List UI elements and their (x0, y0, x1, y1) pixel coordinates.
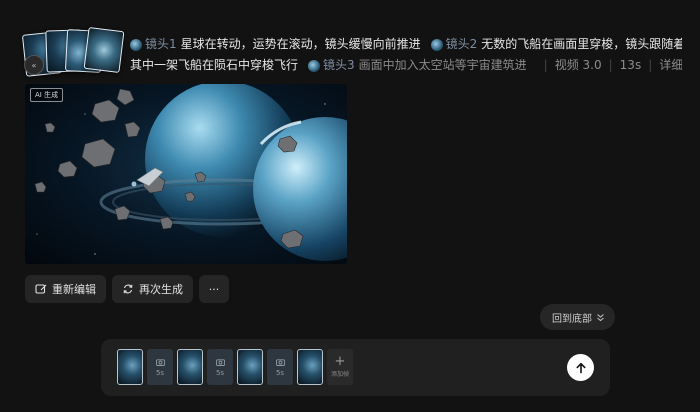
double-chevron-down-icon (596, 313, 605, 322)
add-keyframe-button[interactable]: + 添加帧 (327, 349, 353, 385)
transition-slot[interactable]: 5s (207, 349, 233, 385)
shot-tag-3: 镜头3 (308, 55, 355, 76)
stack-thumbnail (83, 26, 125, 74)
shot-thumbnail-icon (130, 38, 142, 51)
generation-meta: | 视频 3.0 | 13s | 详细信息 i (537, 55, 682, 76)
divider: | (608, 58, 613, 72)
generated-video-preview[interactable]: AI 生成 (25, 84, 347, 264)
shot-text-3: 画面中加入太空站等宇宙建筑进 (358, 58, 527, 72)
keyframe-thumbnail[interactable] (177, 349, 203, 385)
shot-tag-1: 镜头1 (130, 34, 177, 55)
more-options-button[interactable]: ··· (199, 275, 229, 303)
details-link[interactable]: 详细信息 (659, 55, 682, 76)
prompt-line-2: 其中一架飞船在陨石中穿梭飞行 镜头3 画面中加入太空站等宇宙建筑进 | 视频 3… (130, 55, 682, 76)
shot-tag-label: 镜头2 (445, 37, 478, 51)
transition-duration: 5s (215, 368, 225, 377)
model-label: 视频 3.0 (554, 58, 602, 72)
shot-tag-label: 镜头1 (145, 37, 177, 51)
regenerate-button[interactable]: 再次生成 (112, 275, 193, 303)
keyframe-thumbnail[interactable] (117, 349, 143, 385)
thumbnail-stack[interactable]: « (21, 26, 125, 77)
shot-tag-label: 镜头3 (323, 58, 355, 72)
send-button[interactable] (567, 354, 594, 381)
edit-icon (35, 283, 47, 295)
keyframe-thumbnail[interactable] (297, 349, 323, 385)
shot-text-2: 无数的飞船在画面里穿梭，镜头跟随着 (481, 37, 682, 51)
camera-icon (215, 358, 225, 366)
more-icon: ··· (208, 282, 220, 296)
shot-text-1: 星球在转动，运势在滚动，镜头缓慢向前推进 (180, 37, 421, 51)
collapse-icon[interactable]: « (24, 55, 44, 75)
ai-generated-badge: AI 生成 (30, 88, 64, 102)
add-keyframe-label: 添加帧 (330, 371, 349, 378)
divider: | (543, 58, 548, 72)
camera-icon (275, 358, 285, 366)
refresh-icon (122, 283, 134, 295)
prompt-text: 镜头1 星球在转动，运势在滚动，镜头缓慢向前推进 镜头2 无数的飞船在画面里穿梭… (130, 34, 682, 76)
divider: | (648, 58, 653, 72)
back-to-bottom-button[interactable]: 回到底部 (540, 304, 615, 330)
shot-text-2-cont: 其中一架飞船在陨石中穿梭飞行 (130, 58, 299, 72)
transition-duration: 5s (275, 368, 285, 377)
prompt-line-1: 镜头1 星球在转动，运势在滚动，镜头缓慢向前推进 镜头2 无数的飞船在画面里穿梭… (130, 34, 682, 55)
reedit-label: 重新编辑 (52, 283, 96, 296)
plus-icon: + (334, 354, 346, 369)
shot-thumbnail-icon (430, 38, 443, 51)
result-actions: 重新编辑 再次生成 ··· (25, 275, 229, 303)
transition-duration: 5s (155, 368, 165, 377)
space-scene-image (25, 84, 347, 264)
keyframe-track: 5s 5s 5s + 添加帧 (117, 349, 353, 385)
shot-tag-2: 镜头2 (430, 34, 478, 55)
duration-label: 13s (619, 58, 642, 72)
regenerate-label: 再次生成 (139, 283, 183, 296)
reedit-button[interactable]: 重新编辑 (25, 275, 106, 303)
composer-bar: 5s 5s 5s + 添加帧 (101, 339, 610, 396)
shot-thumbnail-icon (308, 59, 321, 72)
prompt-header: « 镜头1 星球在转动，运势在滚动，镜头缓慢向前推进 镜头2 无数的飞船在画面里… (21, 26, 682, 77)
transition-slot[interactable]: 5s (147, 349, 173, 385)
camera-icon (155, 358, 165, 366)
keyframe-thumbnail[interactable] (237, 349, 263, 385)
back-to-bottom-label: 回到底部 (552, 313, 592, 325)
transition-slot[interactable]: 5s (267, 349, 293, 385)
arrow-up-icon (575, 362, 587, 374)
